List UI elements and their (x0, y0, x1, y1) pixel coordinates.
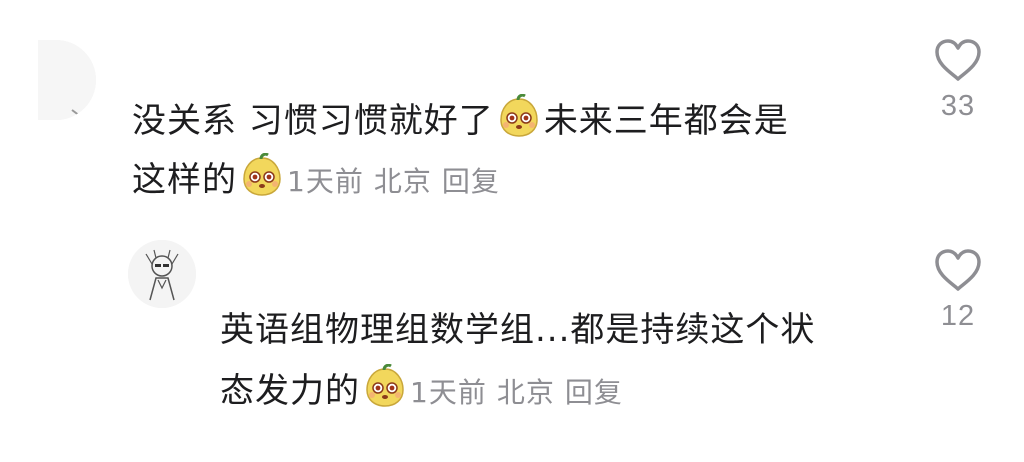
comment-location: 北京 (373, 165, 432, 198)
reply-time: 1天前 (410, 376, 487, 409)
reply-button[interactable]: 回复 (565, 376, 623, 409)
comment-text-continued: 未来三年都会是 (543, 101, 789, 141)
reply-button[interactable]: 回复 (442, 165, 500, 198)
reply-meta: 1天前 北京 回复 (410, 376, 633, 409)
comment-meta: 1天前 北京 回复 (287, 165, 510, 198)
reply-text-line2: 态发力的 (220, 371, 360, 411)
mango-emoji-icon (496, 93, 542, 140)
comment-text: 没关系 习惯习惯就好了 (132, 101, 494, 141)
like-button[interactable]: 12 (928, 248, 988, 333)
like-count: 12 (940, 300, 976, 332)
avatar[interactable] (38, 40, 96, 120)
like-button[interactable]: 33 (928, 38, 988, 123)
comment-body: 没关系 习惯习惯就好了 未来三年都会是 这样的 1天前 北京 回复 (132, 93, 892, 206)
reply-text: 英语组物理组数学组...都是持续这个状 (220, 310, 816, 350)
heart-outline-icon (935, 39, 981, 81)
reply-body: 英语组物理组数学组...都是持续这个状 态发力的 1天前 北京 回复 (220, 306, 920, 417)
mango-emoji-icon (362, 363, 408, 410)
reply-location: 北京 (496, 376, 555, 409)
heart-outline-icon (935, 249, 981, 291)
avatar[interactable] (128, 240, 196, 308)
like-count: 33 (940, 90, 976, 122)
comment-text-line2: 这样的 (132, 160, 237, 200)
comment-time: 1天前 (287, 165, 364, 198)
mango-emoji-icon (239, 152, 285, 199)
